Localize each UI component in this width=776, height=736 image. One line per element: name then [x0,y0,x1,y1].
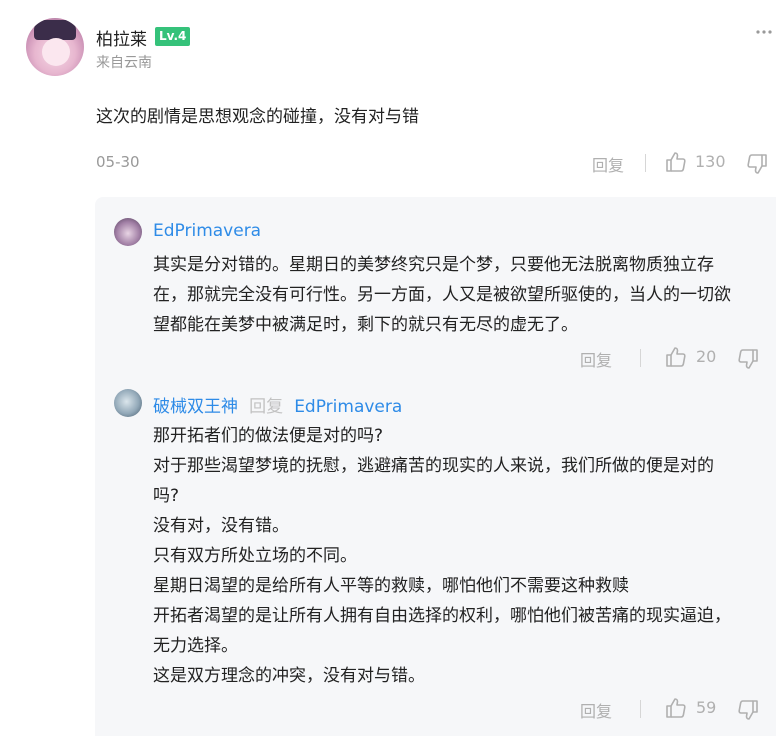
reply-to-username[interactable]: EdPrimavera [294,397,402,417]
reply-line: 开拓者渴望的是让所有人拥有自由选择的权利，哪怕他们被苦痛的现实逼迫， [153,606,731,626]
avatar-hat-decoration [34,20,76,40]
post-text: 这次的剧情是思想观念的碰撞，没有对与错 [96,107,419,127]
reply-line: 那开拓者们的做法便是对的吗? [153,426,384,446]
reply-text: 那开拓者们的做法便是对的吗? 对于那些渴望梦境的抚慰，逃避痛苦的现实的人来说，我… [153,421,731,691]
post-date: 05-30 [96,153,140,171]
post-username[interactable]: 柏拉莱 [96,25,147,50]
reply-button[interactable]: 回复 [580,347,612,371]
thumb-down-icon[interactable] [737,699,759,721]
action-divider [640,700,641,718]
reply-username[interactable]: 破械双王神 [153,397,238,417]
reply-line: 没有对，没有错。 [153,516,289,536]
action-divider [645,154,646,172]
reply-avatar[interactable] [114,389,142,417]
thumb-down-icon[interactable] [746,153,768,175]
reply-button[interactable]: 回复 [592,152,624,176]
reply-line: 其实是分对错的。星期日的美梦终究只是个梦，只要他无法脱离物质独立存 [153,255,714,275]
thumb-up-icon[interactable] [665,151,687,173]
reply-button[interactable]: 回复 [580,698,612,722]
thumb-down-icon[interactable] [737,348,759,370]
avatar[interactable] [26,18,84,76]
post-location: 来自云南 [96,55,152,71]
action-divider [640,349,641,367]
reply-to-label: 回复 [249,397,284,417]
reply-line: 吗? [153,486,180,506]
reply-line: 望都能在美梦中被满足时，剩下的就只有无尽的虚无了。 [153,315,578,335]
reply-header: 破械双王神 回复 EdPrimavera [153,392,402,417]
reply-text: 其实是分对错的。星期日的美梦终究只是个梦，只要他无法脱离物质独立存 在，那就完全… [153,250,731,340]
reply-line: 对于那些渴望梦境的抚慰，逃避痛苦的现实的人来说，我们所做的便是对的 [153,456,714,476]
level-badge: Lv.4 [155,27,191,46]
more-dots-icon[interactable] [754,22,774,42]
like-count: 20 [696,347,717,366]
reply-line: 只有双方所处立场的不同。 [153,546,357,566]
reply-username[interactable]: EdPrimavera [153,221,261,241]
reply-line: 星期日渴望的是给所有人平等的救赎，哪怕他们不需要这种救赎 [153,576,629,596]
reply-line: 无力选择。 [153,636,238,656]
thumb-up-icon[interactable] [665,346,687,368]
reply-line: 这是双方理念的冲突，没有对与错。 [153,666,425,686]
thumb-up-icon[interactable] [665,697,687,719]
reply-line: 在，那就完全没有可行性。另一方面，人又是被欲望所驱使的，当人的一切欲 [153,285,731,305]
avatar-face-decoration [42,38,70,66]
like-count: 130 [695,152,726,171]
reply-avatar[interactable] [114,218,142,246]
like-count: 59 [696,698,717,717]
